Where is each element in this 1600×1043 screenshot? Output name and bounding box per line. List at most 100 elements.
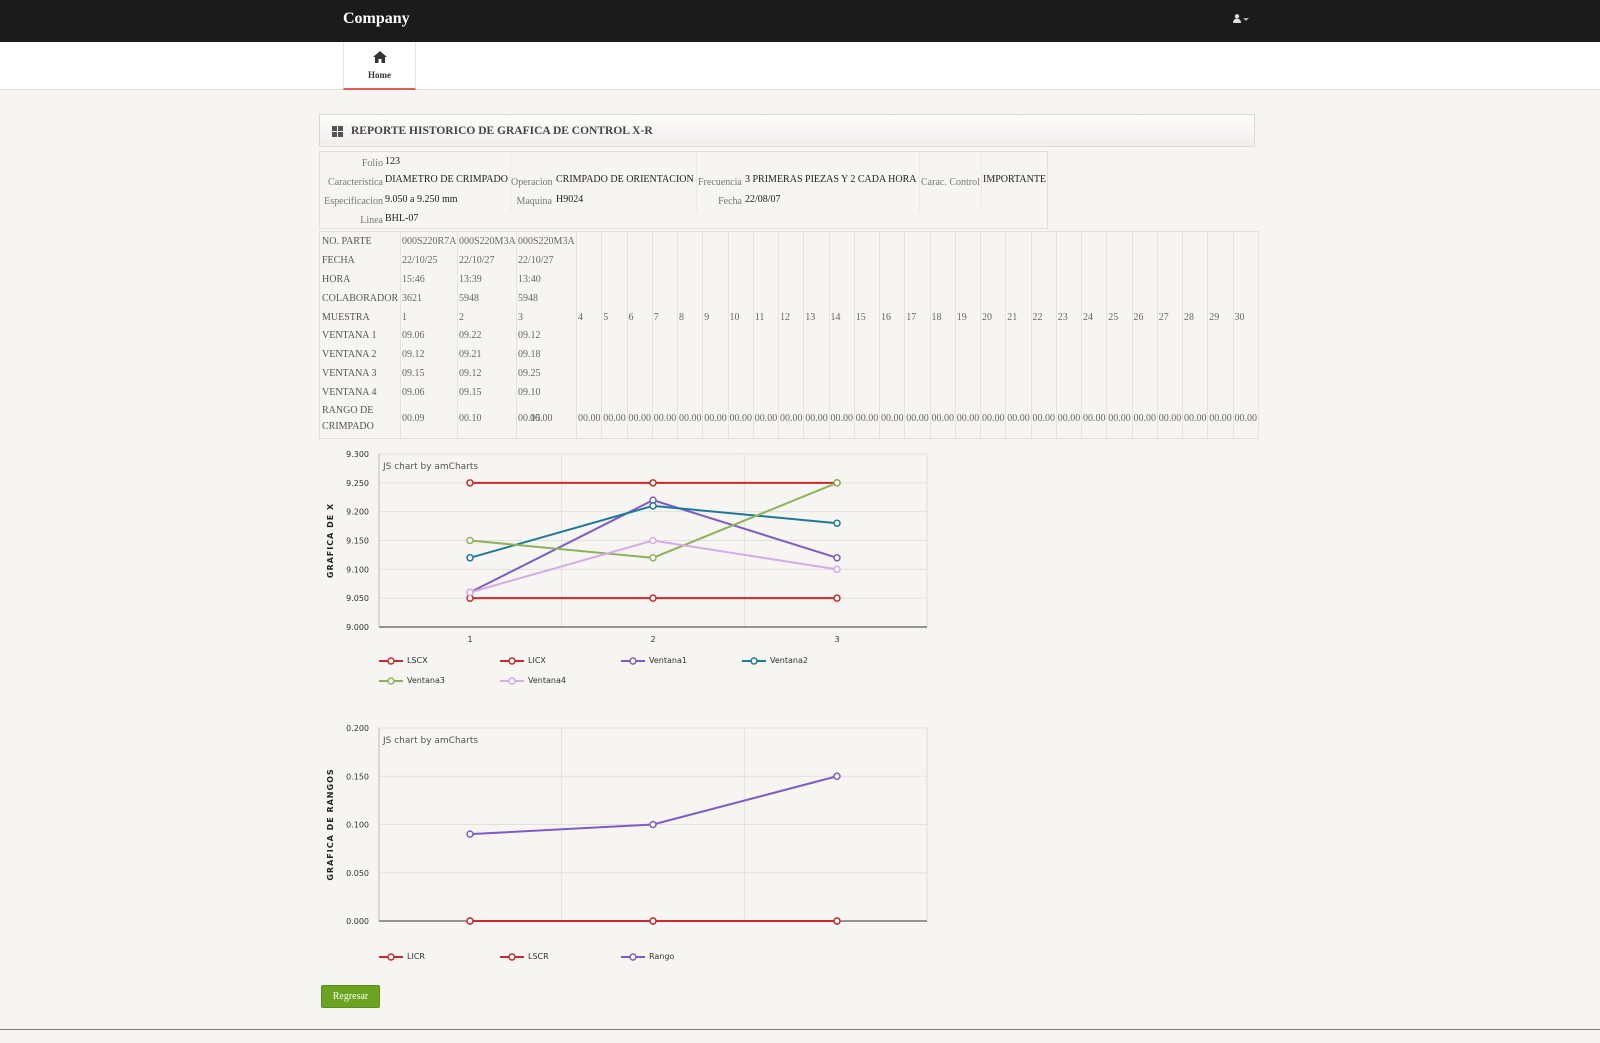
legend-label: LSCR [528,952,549,961]
y-tick-label: 9.300 [346,450,369,459]
y-tick-label: 9.000 [346,623,369,632]
y-tick-label: 9.100 [346,565,369,574]
table-col-divider [954,232,956,438]
table-cell-rango: 00.00 [1158,413,1182,424]
legend-label: LSCX [407,656,428,665]
table-cell-muestra: 14 [830,312,841,323]
table-cell-muestra: 22 [1032,312,1043,323]
legend-marker [500,656,524,665]
range-chart-legend: LICR LSCR Rango [379,952,899,972]
table-col-divider [778,232,779,438]
legend-marker [379,656,403,665]
table-cell-rango: 00.00 [881,413,904,424]
y-tick-label: 0.000 [346,917,369,926]
table-col-divider [1005,232,1007,438]
legend-item-lscx[interactable]: LSCX [379,656,428,665]
table-col-divider [879,232,880,438]
table-cell: 2 [459,312,464,323]
table-col-divider [1055,232,1057,438]
legend-item-lscr[interactable]: LSCR [500,952,549,961]
caracteristica-label: Caracteristica [328,177,383,188]
grid-icon [332,126,343,137]
table-col-divider [677,232,678,438]
y-tick-label: 0.200 [346,724,369,733]
legend-item-ventana3[interactable]: Ventana3 [379,676,445,685]
table-cell: 15:46 [402,274,425,285]
table-row-label: NO. PARTE [322,236,372,247]
table-cell-rango: 00.00 [1007,413,1030,424]
linea-value: BHL-07 [385,213,419,224]
table-cell-rango: 00.00 [830,413,854,424]
legend-label: Ventana1 [649,656,687,665]
nav-home-tab[interactable]: Home [343,42,416,90]
table-col-divider [1182,232,1183,438]
y-tick-label: 9.200 [346,508,369,517]
caracteristica-value: DIAMETRO DE CRIMPADO [385,174,508,185]
info-divider [696,152,697,212]
table-cell-rango: 00.00 [1032,413,1056,424]
footer-divider [0,1029,1600,1030]
legend-item-ventana4[interactable]: Ventana4 [500,676,566,685]
table-cell: 5948 [459,293,479,304]
table-col-divider [516,232,517,438]
table-cell-muestra: 4 [578,312,583,323]
back-button[interactable]: Regresar [321,985,380,1008]
table-cell-rango: 00.00 [906,413,929,424]
legend-item-rango[interactable]: Rango [621,952,674,961]
table-cell-muestra: 23 [1057,312,1068,323]
data-point-lscr [649,917,657,925]
table-cell: 22/10/27 [518,255,554,266]
table-cell: 13:40 [518,274,541,285]
table-row-label: VENTANA 2 [322,349,377,360]
legend-marker [500,952,524,961]
maquina-value: H9024 [556,194,584,205]
legend-item-ventana2[interactable]: Ventana2 [742,656,808,665]
table-row-label: MUESTRA [322,312,370,323]
home-icon [372,51,387,63]
nav-home-label: Home [368,70,391,80]
table-cell: 09.12 [402,349,425,360]
table-col-divider [1207,232,1209,438]
table-cell-muestra: 13 [805,312,816,323]
table-row-label: FECHA [322,255,355,266]
table-cell-muestra: 20 [982,312,992,323]
carac-control-value: IMPORTANTE [983,174,1047,185]
table-cell: 09.10 [518,387,541,398]
legend-label: Ventana4 [528,676,566,685]
table-cell: 000S220M3A [459,236,516,247]
table-cell-rango: 00.00 [628,413,652,424]
legend-marker [621,656,645,665]
legend-item-licr[interactable]: LICR [379,952,425,961]
table-cell-rango: 00.00 [1209,413,1232,424]
table-cell: 09.06 [402,387,425,398]
page-title: REPORTE HISTORICO DE GRAFICA DE CONTROL … [351,125,653,137]
brand-logo[interactable]: Company [343,10,410,28]
table-col-divider [1081,232,1082,438]
table-cell: 09.18 [518,349,541,360]
table-cell-muestra: 12 [780,312,790,323]
range-chart-svg: 0.0000.0500.1000.1500.200123JS chart by … [326,724,928,938]
info-divider [919,152,920,212]
table-cell-rango: 00.00 [754,413,778,424]
legend-item-licx[interactable]: LICX [500,656,546,665]
table-cell-muestra: 9 [704,312,710,323]
table-row-label: RANGO DE [322,405,374,416]
y-tick-label: 9.050 [346,594,369,603]
table-cell-muestra: 5 [603,312,609,323]
user-menu[interactable] [1233,14,1249,23]
data-point-rango [833,772,841,780]
legend-item-ventana1[interactable]: Ventana1 [621,656,687,665]
table-cell: 22/10/25 [402,255,438,266]
table-cell-muestra: 6 [628,312,634,323]
range-control-chart: 0.0000.0500.1000.1500.200123JS chart by … [319,719,939,979]
table-cell-muestra: 15 [855,312,866,323]
table-cell: 09.22 [459,330,482,341]
table-cell-muestra: 25 [1108,312,1119,323]
table-cell-muestra: 8 [679,312,684,323]
especificacion-value: 9.050 a 9.250 mm [385,194,458,205]
table-cell-rango: 00.00 [1234,413,1258,424]
carac-control-label: Carac. Control [921,177,980,188]
folio-label: Folio [361,158,383,169]
table-cell-rango: 00.00 [729,413,753,424]
table-col-divider [576,232,577,438]
